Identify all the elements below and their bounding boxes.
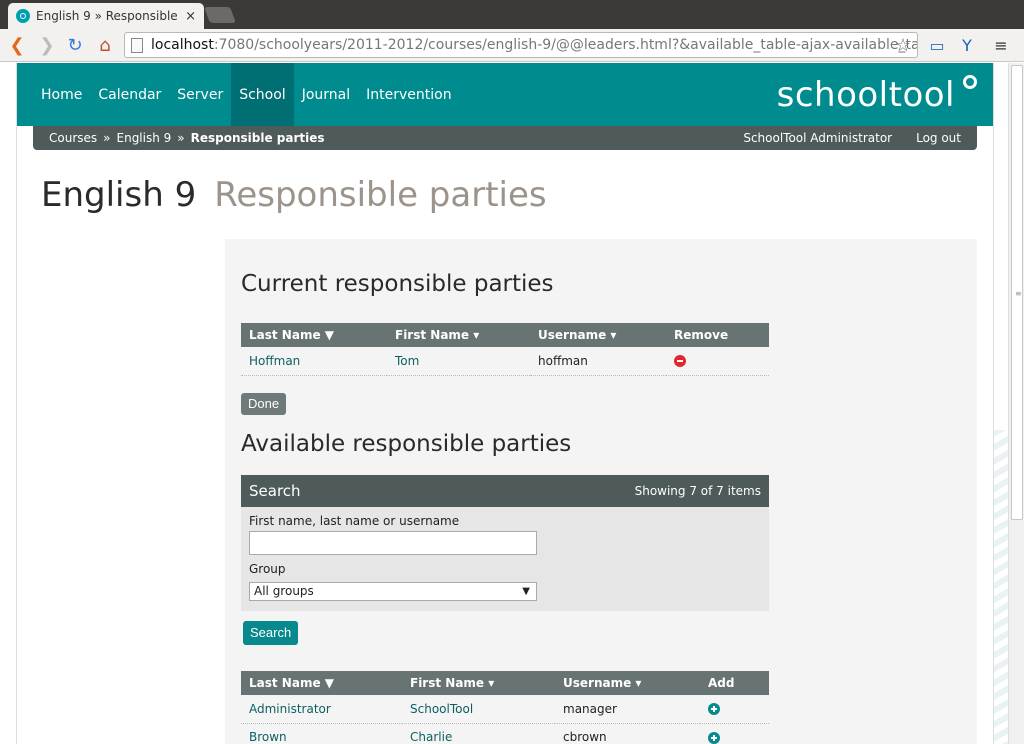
schooltool-favicon-icon: [16, 9, 30, 23]
new-tab-button[interactable]: [204, 7, 236, 23]
username-cell: cbrown: [555, 723, 700, 744]
first-name-link[interactable]: SchoolTool: [402, 695, 555, 724]
breadcrumb-english-9[interactable]: English 9: [117, 131, 172, 145]
first-name-link[interactable]: Tom: [387, 347, 530, 376]
username-cell: hoffman: [530, 347, 666, 376]
search-panel-title: Search: [249, 482, 301, 500]
cast-icon[interactable]: ▭: [926, 34, 948, 56]
username-cell: manager: [555, 695, 700, 724]
menu-icon[interactable]: ≡: [990, 34, 1012, 56]
remove-icon[interactable]: [674, 355, 686, 368]
nav-school[interactable]: School: [231, 63, 294, 126]
current-heading: Current responsible parties: [241, 271, 554, 297]
site-header: Home Calendar Server School Journal Inte…: [17, 63, 993, 126]
available-table: Last Name ▼ First Name ▾ Username ▾ Add …: [241, 671, 769, 744]
group-field-label: Group: [249, 562, 286, 576]
breadcrumb: Courses » English 9 » Responsible partie…: [33, 126, 977, 150]
results-count: Showing 7 of 7 items: [634, 484, 761, 498]
browser-toolbar: ❮ ❯ ↻ ⌂ localhost:7080/schoolyears/2011-…: [0, 29, 1024, 62]
page: Home Calendar Server School Journal Inte…: [16, 63, 994, 744]
nav-server[interactable]: Server: [169, 63, 231, 126]
table-row: Brown Charlie cbrown: [241, 723, 769, 744]
last-name-link[interactable]: Administrator: [241, 695, 402, 724]
page-title-main: English 9: [41, 175, 197, 215]
col-username[interactable]: Username ▾: [530, 323, 666, 347]
first-name-link[interactable]: Charlie: [402, 723, 555, 744]
back-arrow-icon[interactable]: ❮: [6, 34, 28, 56]
group-select[interactable]: All groups ▼: [249, 582, 537, 601]
add-icon[interactable]: [708, 731, 720, 744]
url-host: localhost: [151, 37, 214, 53]
home-icon[interactable]: ⌂: [94, 34, 116, 56]
search-panel-header: Search Showing 7 of 7 items: [241, 475, 769, 507]
nav-home[interactable]: Home: [33, 63, 90, 126]
add-cell: [700, 723, 769, 744]
logout-link[interactable]: Log out: [916, 131, 961, 145]
col-last-name[interactable]: Last Name ▼: [241, 323, 387, 347]
main-content: Current responsible parties Last Name ▼ …: [225, 239, 977, 744]
brand-logo[interactable]: schooltool: [777, 75, 955, 115]
browser-tabstrip: English 9 » Responsible pa ×: [0, 0, 1024, 29]
main-nav: Home Calendar Server School Journal Inte…: [33, 63, 460, 126]
available-heading: Available responsible parties: [241, 431, 572, 457]
breadcrumb-separator: »: [103, 131, 111, 145]
scrollbar-thumb[interactable]: ≡: [1011, 65, 1023, 520]
search-panel: Search Showing 7 of 7 items First name, …: [241, 475, 769, 611]
remove-cell: [666, 347, 769, 376]
add-icon[interactable]: [708, 703, 720, 716]
add-cell: [700, 695, 769, 724]
address-bar[interactable]: localhost:7080/schoolyears/2011-2012/cou…: [124, 32, 918, 58]
breadcrumb-separator: »: [177, 131, 185, 145]
scrollbar-grip-icon: ≡: [1015, 289, 1022, 298]
breadcrumb-current: Responsible parties: [190, 131, 325, 145]
decorative-pattern: [994, 430, 1008, 744]
name-field-label: First name, last name or username: [249, 514, 460, 528]
page-title: English 9 Responsible parties: [41, 175, 547, 215]
nav-intervention[interactable]: Intervention: [358, 63, 459, 126]
table-row: Hoffman Tom hoffman: [241, 347, 769, 376]
page-icon: [131, 37, 143, 53]
page-title-sub: Responsible parties: [214, 175, 547, 215]
done-button[interactable]: Done: [241, 393, 287, 415]
group-select-value: All groups: [254, 584, 314, 598]
col-first-name[interactable]: First Name ▾: [402, 671, 555, 695]
logo-mark-icon: [963, 75, 977, 89]
chevron-down-icon: ▼: [522, 586, 530, 597]
url-path: :7080/schoolyears/2011-2012/courses/engl…: [213, 37, 917, 53]
reload-icon[interactable]: ↻: [64, 34, 86, 56]
breadcrumb-courses[interactable]: Courses: [49, 131, 97, 145]
current-table: Last Name ▼ First Name ▾ Username ▾ Remo…: [241, 323, 769, 376]
nav-journal[interactable]: Journal: [294, 63, 358, 126]
vertical-scrollbar[interactable]: ≡: [1008, 63, 1024, 744]
col-username[interactable]: Username ▾: [555, 671, 700, 695]
extension-icon[interactable]: Y: [956, 34, 978, 56]
close-tab-icon[interactable]: ×: [185, 9, 196, 24]
user-name-link[interactable]: SchoolTool Administrator: [743, 131, 892, 145]
nav-calendar[interactable]: Calendar: [90, 63, 169, 126]
search-input[interactable]: [249, 531, 537, 555]
col-first-name[interactable]: First Name ▾: [387, 323, 530, 347]
forward-arrow-icon[interactable]: ❯: [36, 34, 58, 56]
bookmark-star-icon[interactable]: ☆: [895, 35, 911, 56]
tab-title: English 9 » Responsible pa: [36, 9, 179, 23]
col-last-name[interactable]: Last Name ▼: [241, 671, 402, 695]
search-button[interactable]: Search: [243, 621, 299, 645]
last-name-link[interactable]: Brown: [241, 723, 402, 744]
col-add: Add: [700, 671, 769, 695]
last-name-link[interactable]: Hoffman: [241, 347, 387, 376]
browser-tab[interactable]: English 9 » Responsible pa ×: [8, 3, 204, 29]
table-row: Administrator SchoolTool manager: [241, 695, 769, 724]
col-remove: Remove: [666, 323, 769, 347]
user-links: SchoolTool Administrator Log out: [743, 131, 961, 145]
